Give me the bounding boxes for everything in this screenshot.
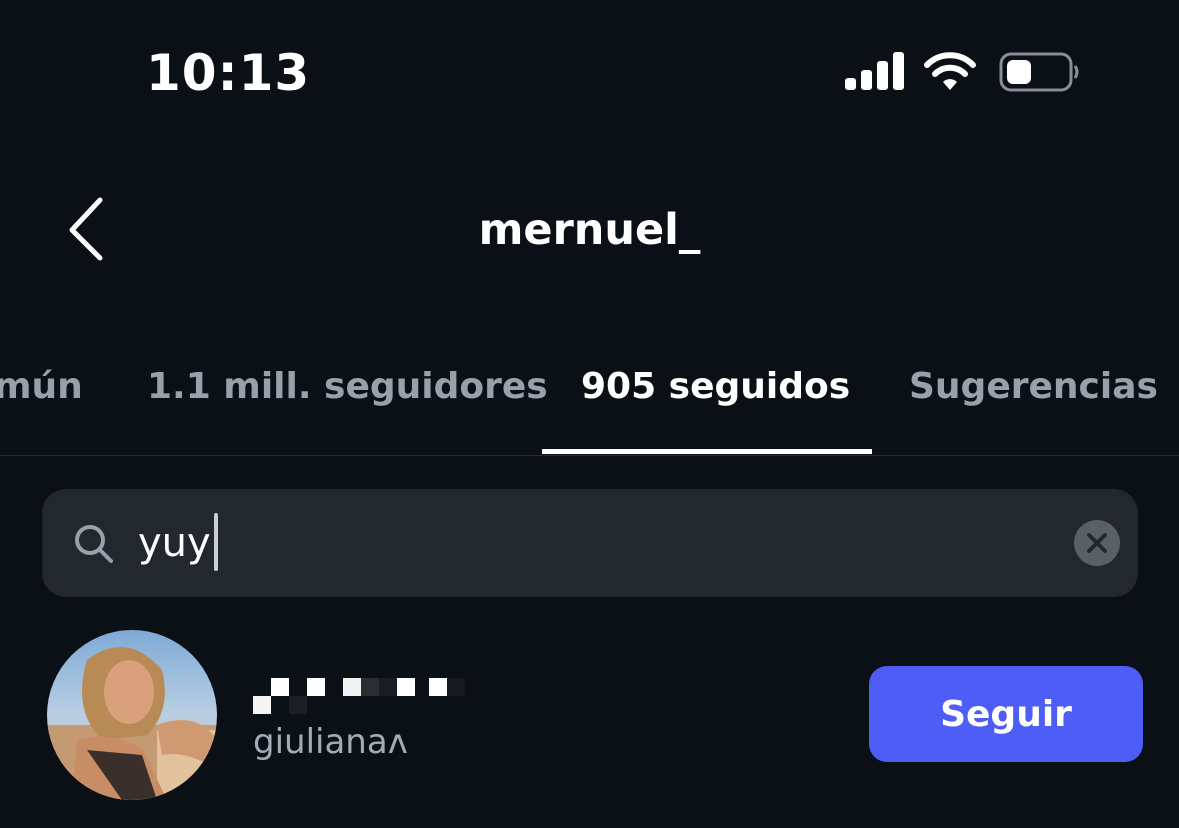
tab-sugerencias[interactable]: Sugerencias <box>909 366 1158 407</box>
redacted-username <box>253 678 465 714</box>
tab-bar: mún 1.1 mill. seguidores 905 seguidos Su… <box>0 360 1179 455</box>
search-input[interactable] <box>138 515 1038 571</box>
text-caret <box>214 513 218 571</box>
avatar[interactable] <box>47 630 217 800</box>
tab-en-comun[interactable]: mún <box>0 366 83 407</box>
display-name: giulianaʌ <box>253 722 408 762</box>
tabs-divider <box>0 455 1179 456</box>
follow-button[interactable]: Seguir <box>869 666 1143 762</box>
cellular-signal-icon <box>845 52 904 90</box>
clear-search-button[interactable] <box>1074 520 1120 566</box>
tab-seguidos[interactable]: 905 seguidos <box>581 366 850 407</box>
profile-photo <box>47 630 217 800</box>
battery-icon <box>999 52 1079 92</box>
page-title: mernuel_ <box>478 205 701 255</box>
close-icon <box>1087 533 1107 553</box>
search-bar[interactable] <box>42 489 1138 597</box>
search-icon <box>75 525 113 563</box>
active-tab-indicator <box>542 449 872 454</box>
wifi-icon <box>924 52 976 90</box>
status-time: 10:13 <box>146 44 311 102</box>
tab-seguidores[interactable]: 1.1 mill. seguidores <box>147 366 548 407</box>
